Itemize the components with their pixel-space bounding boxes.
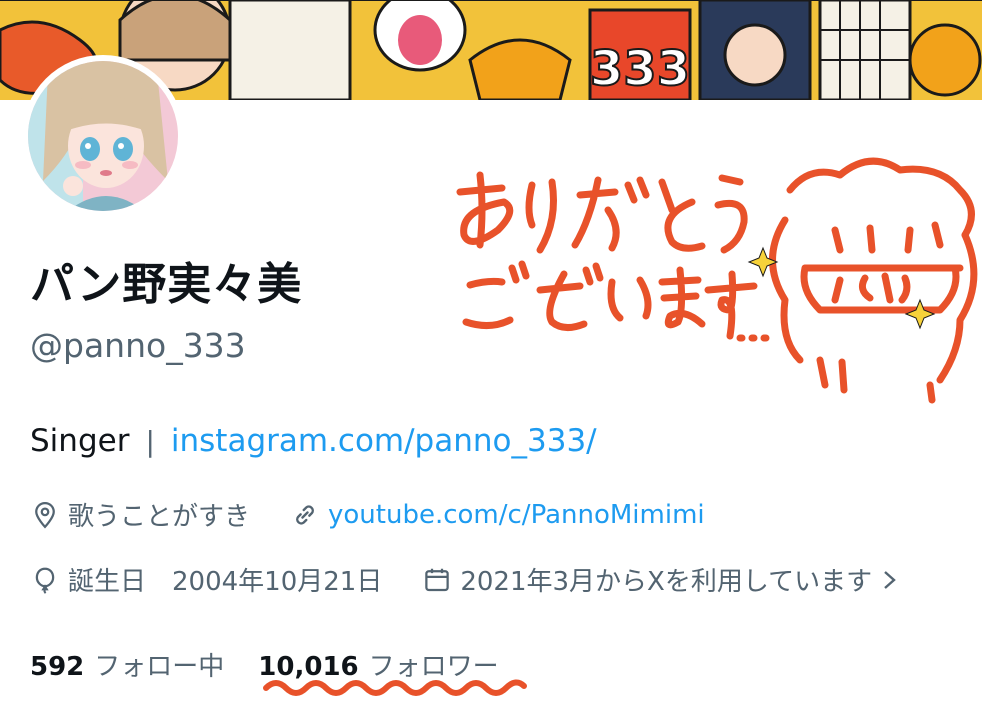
bio-instagram-link[interactable]: instagram.com/panno_333/ bbox=[171, 423, 597, 459]
handwritten-thank-you-annotation bbox=[456, 157, 978, 404]
following-label: フォロー中 bbox=[94, 652, 225, 682]
website-link[interactable]: youtube.com/c/PannoMimimi bbox=[328, 500, 705, 530]
bio-separator: | bbox=[145, 424, 155, 458]
following-count: 592 bbox=[30, 652, 85, 682]
profile-website[interactable]: youtube.com/c/PannoMimimi bbox=[290, 500, 705, 530]
profile-display-name: パン野実々美 bbox=[30, 259, 303, 310]
chevron-right-icon[interactable] bbox=[880, 567, 900, 593]
profile-meta-row-2: 誕生日 2004年10月21日 2021年3月からXを利用しています bbox=[30, 561, 908, 598]
profile-location: 歌うことがすき bbox=[30, 496, 250, 533]
link-icon bbox=[296, 504, 314, 525]
birthday-text: 誕生日 2004年10月21日 bbox=[68, 567, 383, 597]
location-pin-icon bbox=[35, 501, 55, 529]
profile-handle: @panno_333 bbox=[30, 326, 246, 365]
profile-bio: Singer | instagram.com/panno_333/ bbox=[30, 423, 597, 459]
location-text: 歌うことがすき bbox=[68, 502, 251, 532]
profile-avatar[interactable] bbox=[22, 55, 184, 217]
profile-meta-row: 歌うことがすき youtube.com/c/PannoMimimi bbox=[30, 496, 705, 533]
profile-birthday: 誕生日 2004年10月21日 bbox=[30, 561, 382, 598]
joined-text: 2021年3月からXを利用しています bbox=[460, 567, 873, 597]
calendar-icon bbox=[425, 568, 450, 591]
profile-joined: 2021年3月からXを利用しています bbox=[422, 561, 908, 598]
balloon-icon bbox=[35, 567, 55, 594]
bio-text: Singer bbox=[30, 423, 130, 459]
wavy-underline-annotation bbox=[263, 679, 527, 696]
svg-text:333: 333 bbox=[590, 41, 690, 97]
following-link[interactable]: 592 フォロー中 bbox=[30, 646, 224, 683]
